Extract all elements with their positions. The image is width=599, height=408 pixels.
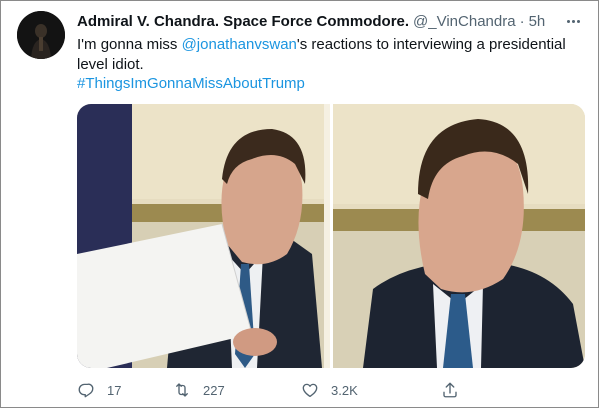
hashtag-link[interactable]: #ThingsImGonnaMissAboutTrump	[77, 75, 305, 92]
retweet-count: 227	[203, 382, 225, 398]
tweet-text: I'm gonna miss @jonathanvswan's reaction…	[77, 35, 582, 75]
tweet-text-before: I'm gonna miss	[77, 36, 182, 53]
more-horizontal-icon	[566, 19, 570, 23]
reply-button[interactable]: 17	[77, 381, 165, 399]
heart-icon	[302, 383, 318, 398]
tweet-card[interactable]: Admiral V. Chandra. Space Force Commodor…	[0, 0, 599, 408]
media-photo-2[interactable]	[333, 104, 585, 368]
share-icon	[443, 382, 457, 398]
display-name[interactable]: Admiral V. Chandra. Space Force Commodor…	[77, 13, 409, 30]
tweet-actions: 17 227 3.2K	[77, 378, 497, 402]
reply-count: 17	[107, 382, 122, 398]
retweet-button[interactable]: 227	[173, 381, 301, 399]
retweet-icon	[176, 383, 188, 397]
more-options-button[interactable]	[562, 11, 584, 31]
separator-dot: ·	[519, 13, 525, 30]
user-handle[interactable]: @_VinChandra	[413, 13, 516, 30]
tweet-header: Admiral V. Chandra. Space Force Commodor…	[77, 12, 577, 32]
media-grid	[77, 104, 585, 368]
like-count: 3.2K	[331, 382, 358, 398]
media-photo-1[interactable]	[77, 104, 330, 368]
timestamp[interactable]: 5h	[529, 13, 546, 30]
mention-link[interactable]: @jonathanvswan	[182, 36, 297, 53]
share-button[interactable]	[441, 381, 459, 399]
avatar[interactable]	[17, 11, 65, 59]
like-button[interactable]: 3.2K	[301, 381, 427, 399]
reply-icon	[78, 383, 94, 398]
